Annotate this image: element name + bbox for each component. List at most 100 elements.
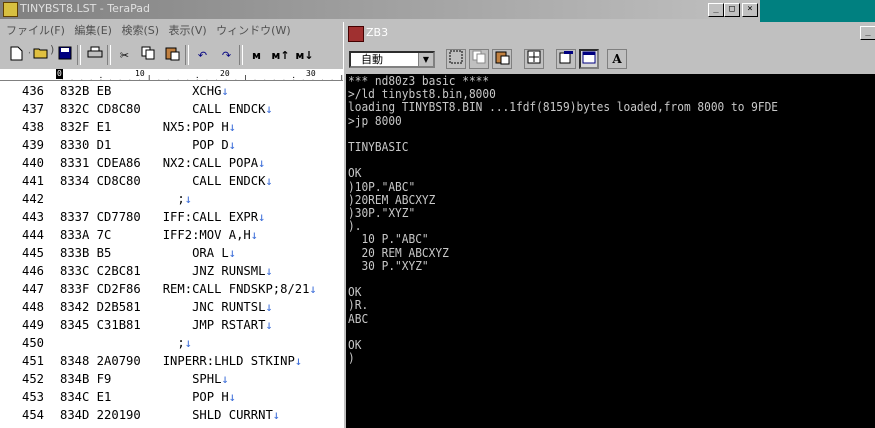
terminal-line: OK (348, 166, 362, 181)
line-text: 832F E1 NX5:POP H (60, 120, 229, 134)
terminal-line: >/ld tinybst8.bin,8000 (348, 87, 496, 102)
line-number: 445 (21, 246, 44, 260)
newline-marker-icon: ↓ (294, 354, 303, 368)
open-folder-icon[interactable] (30, 45, 51, 66)
line-text: 833F CD2F86 REM:CALL FNDSKP;8/21 (60, 282, 310, 296)
text-editor[interactable]: 436 832B EB XCHG↓ 437 832C CD8C80 CALL ENDC… (0, 81, 345, 428)
chevron-down-icon[interactable]: ▼ (418, 53, 433, 66)
find-previous-icon[interactable]: ᴍ↓ (294, 45, 315, 66)
close-button[interactable]: × (742, 3, 758, 17)
redo-icon[interactable]: ↷ (216, 45, 237, 66)
menu-file[interactable]: ファイル(F) (6, 22, 65, 38)
window-mode-icon[interactable] (579, 49, 599, 69)
new-file-icon[interactable] (6, 45, 27, 66)
zb3-app-icon[interactable] (348, 26, 364, 42)
terminal-line: 10 P."ABC" (348, 232, 429, 247)
terminal-line: ABC (348, 311, 369, 326)
terapad-titlebar[interactable]: TINYBST8.LST - TeraPad _ □ × (0, 0, 760, 19)
line-number: 441 (21, 174, 44, 188)
newline-marker-icon: ↓ (265, 174, 273, 188)
terapad-app-icon[interactable] (3, 2, 18, 17)
minimize-button[interactable]: _ (708, 3, 724, 17)
font-icon[interactable]: A (607, 49, 627, 69)
line-number: 449 (21, 318, 44, 332)
newline-marker-icon: ↓ (265, 300, 273, 314)
menu-view[interactable]: 表示(V) (169, 22, 207, 38)
toolbar-separator (185, 45, 189, 65)
line-text: 8348 2A0790 INPERR:LHLD STKINP (60, 354, 295, 368)
line-number: 446 (21, 264, 44, 278)
line-number: 436 (21, 84, 44, 98)
terminal-screen[interactable]: *** nd80z3 basic **** >/ld tinybst8.bin,8… (346, 74, 875, 428)
terminal-line: 30 P."XYZ" (348, 258, 429, 273)
newline-marker-icon: ↓ (221, 372, 229, 386)
zb3-toolbar: 自動 ▼ A (344, 44, 875, 72)
menu-search[interactable]: 検索(S) (121, 22, 159, 38)
line-number: 442 (21, 192, 44, 206)
ruler-mark: 30 (306, 69, 316, 78)
line-text: 833B B5 ORA L (60, 246, 229, 260)
zb3-window: ZB3 _ 自動 ▼ A *** nd80z3 basic **** >/ld t… (343, 22, 875, 428)
properties-icon[interactable] (556, 49, 576, 69)
maximize-button[interactable]: □ (724, 3, 740, 17)
copy-icon[interactable] (138, 45, 159, 66)
find-next-icon[interactable]: ᴍ↑ (270, 45, 291, 66)
line-text: ; (60, 336, 185, 350)
terminal-line: )30P."XYZ" (348, 206, 416, 220)
terapad-title: TINYBST8.LST - TeraPad (20, 2, 150, 15)
terminal-line: OK (348, 338, 362, 352)
toolbar-separator (107, 45, 111, 65)
line-text: 8337 CD7780 IFF:CALL EXPR (60, 210, 259, 224)
line-number: 437 (21, 102, 44, 116)
line-text: 8345 C31B81 JMP RSTART (60, 318, 266, 332)
line-text: 8331 CDEA86 NX2:CALL POPA (60, 156, 259, 170)
save-icon[interactable] (54, 45, 75, 66)
print-icon[interactable] (84, 45, 105, 66)
select-region-icon[interactable] (446, 49, 466, 69)
newline-marker-icon: ↓ (184, 192, 193, 206)
newline-marker-icon: ↓ (228, 246, 237, 260)
line-text: 833A 7C IFF2:MOV A,H (60, 228, 251, 242)
paste-icon[interactable] (162, 45, 183, 66)
menu-window[interactable]: ウィンドウ(W) (216, 22, 290, 38)
font-select[interactable]: 自動 ▼ (349, 51, 435, 68)
terminal-line: OK (348, 285, 362, 300)
newline-marker-icon: ↓ (272, 408, 281, 422)
terminal-line: )20REM ABCXYZ (348, 192, 436, 207)
line-number: 450 (21, 336, 44, 350)
line-number: 451 (21, 354, 44, 368)
newline-marker-icon: ↓ (258, 156, 266, 170)
terminal-line: loading TINYBST8.BIN ...1fdf(8159)bytes … (348, 100, 779, 115)
newline-marker-icon: ↓ (258, 210, 266, 224)
terminal-line: )10P."ABC" (348, 179, 416, 194)
terminal-line: ) (348, 351, 355, 366)
newline-marker-icon: ↓ (309, 282, 317, 296)
zb3-minimize-button[interactable]: _ (860, 26, 875, 40)
line-text: 832B EB XCHG (60, 84, 222, 98)
column-ruler: 0 . . . . : . . . . | . . . . : . . . . … (0, 69, 345, 81)
menu-edit[interactable]: 編集(E) (74, 22, 112, 38)
line-number: 454 (21, 408, 44, 422)
line-text: 8330 D1 POP D (60, 138, 229, 152)
line-text: 8334 CD8C80 CALL ENDCK (60, 174, 266, 188)
copy-icon[interactable] (469, 49, 489, 69)
line-text: 834B F9 SPHL (60, 372, 222, 386)
terapad-menubar: ファイル(F) 編集(E) 検索(S) 表示(V) ウィンドウ(W) ツール(T… (0, 19, 345, 56)
line-number: 448 (21, 300, 44, 314)
find-icon[interactable]: ᴍ (246, 45, 267, 66)
line-text: 833C C2BC81 JNZ RUNSML (60, 264, 266, 278)
line-text: 8342 D2B581 JNC RUNTSL (60, 300, 266, 314)
newline-marker-icon: ↓ (228, 120, 237, 134)
fullscreen-icon[interactable] (524, 49, 544, 69)
cut-icon[interactable]: ✂ (114, 45, 135, 66)
undo-icon[interactable]: ↶ (192, 45, 213, 66)
line-text: ; (60, 192, 185, 206)
line-number: 443 (21, 210, 44, 224)
paste-icon[interactable] (492, 49, 512, 69)
line-number: 453 (21, 390, 44, 404)
line-number: 440 (21, 156, 44, 170)
line-number: 439 (21, 138, 44, 152)
terminal-line: >jp 8000 (348, 113, 402, 128)
zb3-titlebar[interactable]: ZB3 _ (344, 22, 875, 44)
ruler-mark: 10 (135, 69, 145, 78)
